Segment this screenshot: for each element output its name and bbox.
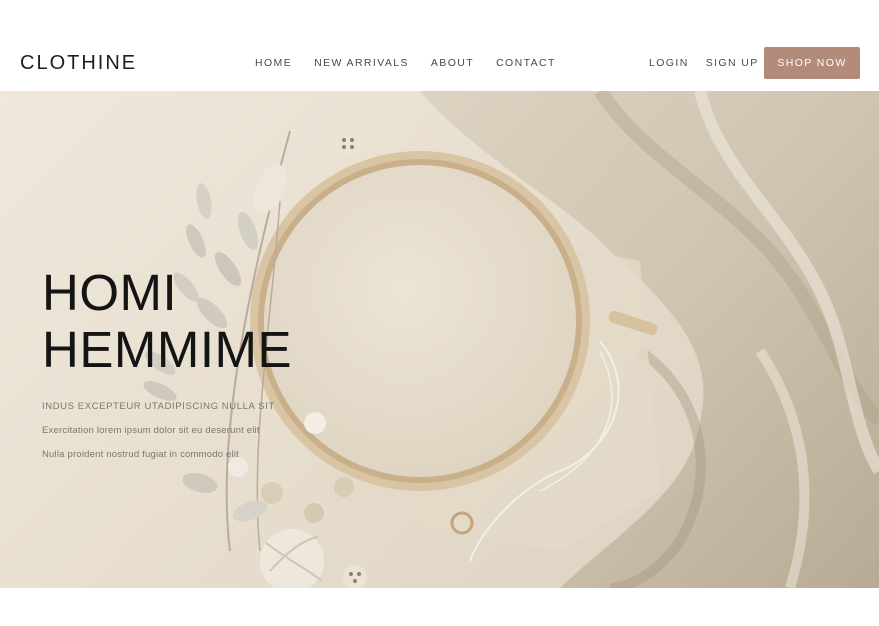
site-header: CLOTHINE HOME NEW ARRIVALS ABOUT CONTACT…	[0, 36, 879, 91]
hero-text-line-2: Nulla proident nostrud fugiat in commodo…	[42, 449, 239, 460]
hero-title-line-2: HEMMIME	[42, 321, 292, 378]
signup-link[interactable]: SIGN UP	[706, 57, 759, 69]
main-nav: HOME NEW ARRIVALS ABOUT CONTACT	[255, 57, 556, 69]
hero-text-line-1: Exercitation lorem ipsum dolor sit eu de…	[42, 425, 260, 436]
shop-now-button[interactable]: SHOP NOW	[764, 47, 860, 79]
bottom-margin	[0, 588, 879, 626]
nav-link-contact[interactable]: CONTACT	[496, 57, 556, 69]
hero-description: INDUS EXCEPTEUR UTADIPISCING NULLA SIT E…	[42, 401, 275, 473]
hero-title: HOMI HEMMIME	[42, 264, 292, 378]
nav-link-about[interactable]: ABOUT	[431, 57, 474, 69]
nav-link-home[interactable]: HOME	[255, 57, 292, 69]
auth-links: LOGIN SIGN UP	[649, 57, 759, 69]
top-margin	[0, 0, 879, 36]
login-link[interactable]: LOGIN	[649, 57, 689, 69]
brand-logo[interactable]: CLOTHINE	[20, 52, 137, 75]
nav-link-new-arrivals[interactable]: NEW ARRIVALS	[314, 57, 409, 69]
hero-title-line-1: HOMI	[42, 264, 178, 321]
hero-banner: HOMI HEMMIME INDUS EXCEPTEUR UTADIPISCIN…	[0, 91, 879, 588]
hero-tagline: INDUS EXCEPTEUR UTADIPISCING NULLA SIT	[42, 401, 275, 412]
